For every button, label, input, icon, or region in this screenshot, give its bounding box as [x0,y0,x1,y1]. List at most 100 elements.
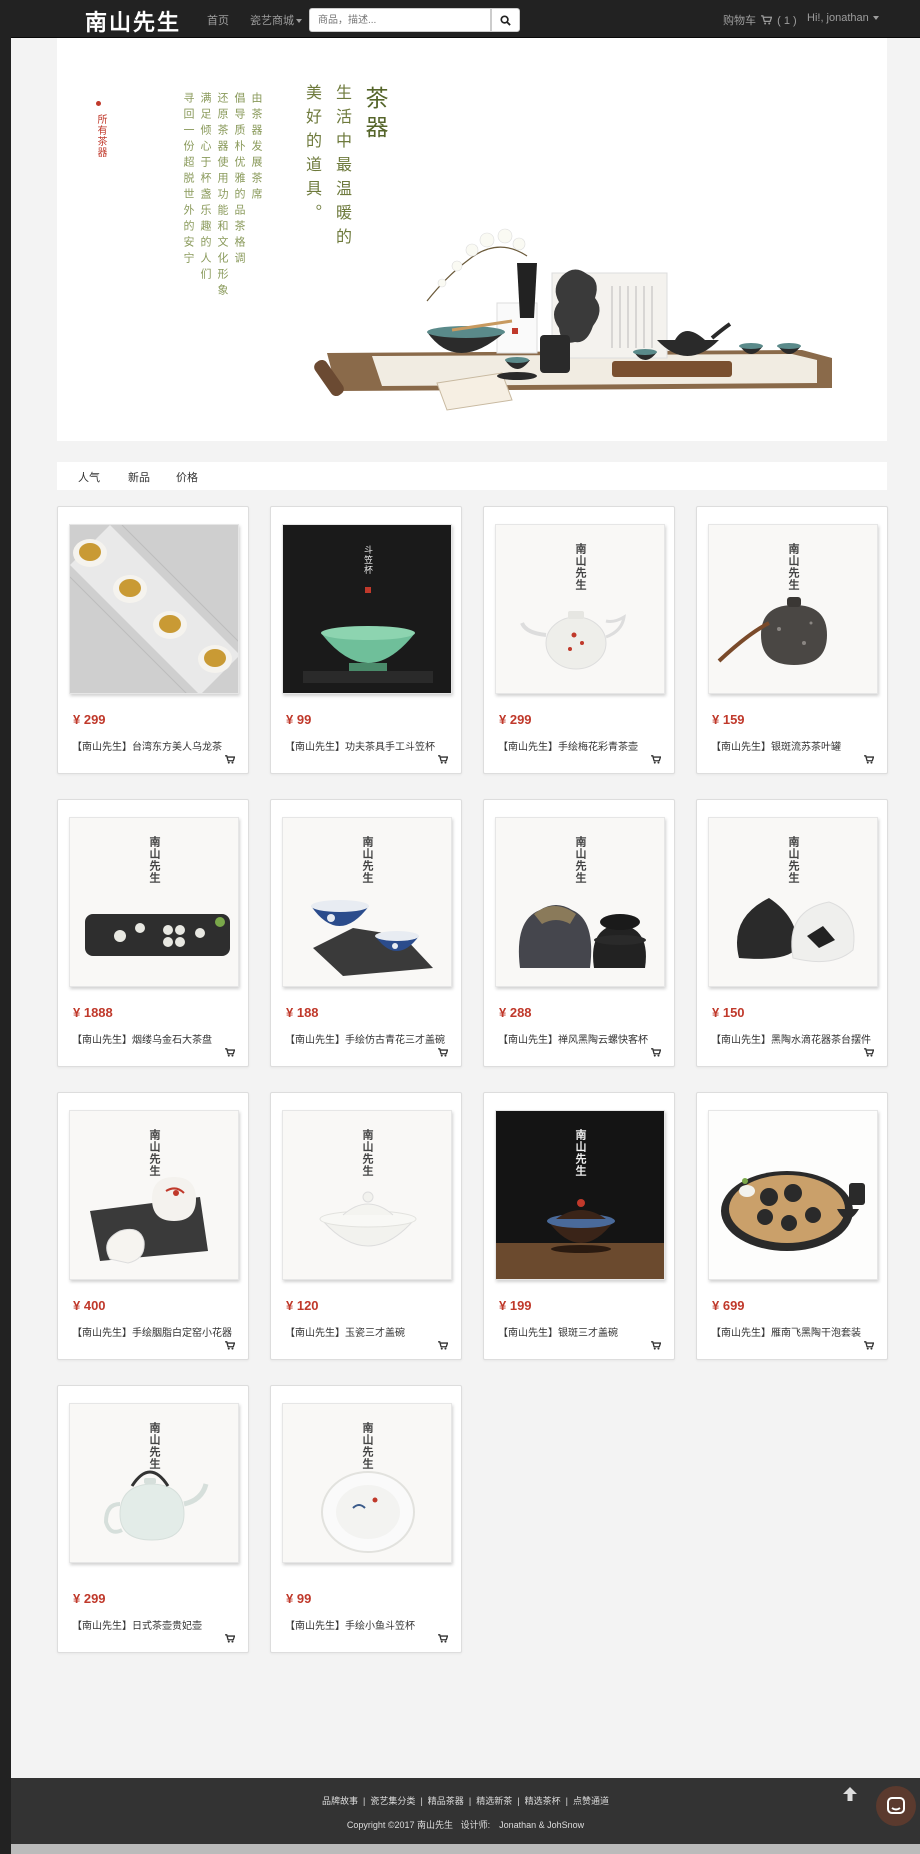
product-image[interactable]: 南山先生 [495,524,665,694]
nav-cart-link[interactable]: 购物车 ( 1 ) [723,12,797,28]
product-card[interactable]: 南山先生 ¥ 299 【南山先生】日式茶壶贵妃壶 [57,1385,249,1653]
back-to-top-icon[interactable] [842,1786,858,1802]
product-name[interactable]: 【南山先生】台湾东方美人乌龙茶 [72,738,242,753]
sort-price-tab[interactable]: 价格 [176,469,198,485]
product-image[interactable] [708,1110,878,1280]
product-image-caption: 斗笠杯 [362,545,372,575]
product-image[interactable]: 斗笠杯 [282,524,452,694]
product-price: ¥ 159 [712,712,745,727]
designer-credit: 设计师: Jonathan & JohSnow [460,1820,585,1830]
product-image[interactable]: 南山先生 [708,524,878,694]
product-card[interactable]: 南山先生 ¥ 1888 【南山先生】烟缕乌金石大茶盘 [57,799,249,1067]
add-to-cart-icon[interactable] [651,1341,661,1350]
nav-shop-dropdown[interactable]: 瓷艺商城 [250,12,302,28]
cart-count: ( 1 ) [777,15,797,27]
product-image[interactable]: 南山先生 [282,817,452,987]
product-image[interactable]: 南山先生 [69,1403,239,1563]
banner-desc-line: 还原茶器使用功能和文化形象 [216,92,229,300]
product-name[interactable]: 【南山先生】功夫茶具手工斗笠杯 [285,738,455,753]
product-price: ¥ 99 [286,712,312,727]
product-card[interactable]: 南山先生 ¥ 299 【南山先生】手绘梅花彩青茶壶 [483,506,675,774]
banner-desc-line: 满足倾心于杯盏乐趣的人们 [199,92,212,284]
banner-tagline: 美好的道具。 [303,84,322,228]
site-footer: 品牌故事 | 瓷艺集分类 | 精品茶器 | 精选新茶 | 精选茶杯 | 点赞通道… [11,1778,920,1844]
footer-link-cups[interactable]: 精选茶杯 [525,1796,561,1806]
footer-link-likes[interactable]: 点赞通道 [573,1796,609,1806]
product-price: ¥ 120 [286,1298,319,1313]
product-name[interactable]: 【南山先生】手绘梅花彩青茶壶 [498,738,668,753]
add-to-cart-icon[interactable] [864,1048,874,1057]
brand-logo[interactable]: 南山先生 [85,5,181,37]
user-menu-dropdown[interactable]: Hi!, jonathan [807,12,879,24]
top-navbar: 南山先生 首页 瓷艺商城 购物车 ( 1 ) Hi!, jonathan [11,0,920,38]
hero-banner: 所有茶器 由茶器发展茶席 倡导质朴优雅的品茶格调 还原茶器使用功能和文化形象 满… [57,38,887,441]
all-teaware-link[interactable]: 所有茶器 [93,114,108,158]
product-name[interactable]: 【南山先生】手绘仿古青花三才盖碗 [285,1031,455,1046]
product-card[interactable]: 南山先生 ¥ 150 【南山先生】黑陶水滴花器茶台摆件 [696,799,888,1067]
product-price: ¥ 299 [499,712,532,727]
add-to-cart-icon[interactable] [438,1634,448,1643]
cart-label: 购物车 [723,15,756,27]
horizontal-scrollbar[interactable] [11,1844,920,1854]
bullet-dot-icon [96,101,101,106]
product-price: ¥ 299 [73,712,106,727]
product-card[interactable]: 南山先生 ¥ 159 【南山先生】银斑流苏茶叶罐 [696,506,888,774]
product-image[interactable]: 南山先生 [495,817,665,987]
footer-link-brand-story[interactable]: 品牌故事 [322,1796,358,1806]
add-to-cart-icon[interactable] [864,1341,874,1350]
add-to-cart-icon[interactable] [438,1341,448,1350]
product-card[interactable]: 南山先生 ¥ 99 【南山先生】手绘小鱼斗笠杯 [270,1385,462,1653]
add-to-cart-icon[interactable] [225,1634,235,1643]
add-to-cart-icon[interactable] [651,755,661,764]
banner-title: 茶器 [361,86,387,144]
product-card[interactable]: 南山先生 ¥ 199 【南山先生】银斑三才盖碗 [483,1092,675,1360]
product-name[interactable]: 【南山先生】禅风黑陶云螺快客杯 [498,1031,668,1046]
product-image[interactable]: 南山先生 [708,817,878,987]
product-price: ¥ 99 [286,1591,312,1606]
product-name[interactable]: 【南山先生】银斑三才盖碗 [498,1324,668,1339]
product-card[interactable]: ¥ 699 【南山先生】雁南飞黑陶干泡套装 [696,1092,888,1360]
add-to-cart-icon[interactable] [864,755,874,764]
add-to-cart-icon[interactable] [225,1341,235,1350]
add-to-cart-icon[interactable] [438,755,448,764]
chat-button[interactable] [876,1786,916,1826]
nav-home-link[interactable]: 首页 [207,12,229,28]
sort-popularity-tab[interactable]: 人气 [78,469,100,485]
add-to-cart-icon[interactable] [438,1048,448,1057]
product-name[interactable]: 【南山先生】手绘胭脂白定窑小花器 [72,1324,242,1339]
footer-divider: | [563,1796,571,1806]
product-card[interactable]: 南山先生 ¥ 400 【南山先生】手绘胭脂白定窑小花器 [57,1092,249,1360]
sort-new-tab[interactable]: 新品 [128,469,150,485]
product-image[interactable]: 南山先生 [282,1110,452,1280]
product-name[interactable]: 【南山先生】手绘小鱼斗笠杯 [285,1617,455,1632]
product-name[interactable]: 【南山先生】玉瓷三才盖碗 [285,1324,455,1339]
add-to-cart-icon[interactable] [225,1048,235,1057]
product-price: ¥ 150 [712,1005,745,1020]
product-price: ¥ 199 [499,1298,532,1313]
footer-link-new-tea[interactable]: 精选新茶 [476,1796,512,1806]
product-name[interactable]: 【南山先生】雁南飞黑陶干泡套装 [711,1324,881,1339]
nav-shop-label: 瓷艺商城 [250,15,294,27]
search-button[interactable] [491,8,520,32]
footer-link-categories[interactable]: 瓷艺集分类 [370,1796,415,1806]
add-to-cart-icon[interactable] [225,755,235,764]
product-card[interactable]: 南山先生 ¥ 288 【南山先生】禅风黑陶云螺快客杯 [483,799,675,1067]
product-image[interactable]: 南山先生 [69,1110,239,1280]
product-card[interactable]: 南山先生 ¥ 120 【南山先生】玉瓷三才盖碗 [270,1092,462,1360]
product-card[interactable]: 南山先生 ¥ 188 【南山先生】手绘仿古青花三才盖碗 [270,799,462,1067]
window-edge [0,0,11,1854]
product-image[interactable]: 南山先生 [282,1403,452,1563]
product-name[interactable]: 【南山先生】日式茶壶贵妃壶 [72,1617,242,1632]
product-card[interactable]: 斗笠杯 ¥ 99 【南山先生】功夫茶具手工斗笠杯 [270,506,462,774]
product-image[interactable]: 南山先生 [69,817,239,987]
footer-link-teaware[interactable]: 精品茶器 [428,1796,464,1806]
product-name[interactable]: 【南山先生】银斑流苏茶叶罐 [711,738,881,753]
search-input[interactable] [309,8,491,32]
product-name[interactable]: 【南山先生】烟缕乌金石大茶盘 [72,1031,242,1046]
banner-desc-line: 寻回一份超脱世外的安宁 [182,92,195,268]
product-name[interactable]: 【南山先生】黑陶水滴花器茶台摆件 [711,1031,881,1046]
add-to-cart-icon[interactable] [651,1048,661,1057]
product-image[interactable] [69,524,239,694]
product-card[interactable]: ¥ 299 【南山先生】台湾东方美人乌龙茶 [57,506,249,774]
product-image[interactable]: 南山先生 [495,1110,665,1280]
